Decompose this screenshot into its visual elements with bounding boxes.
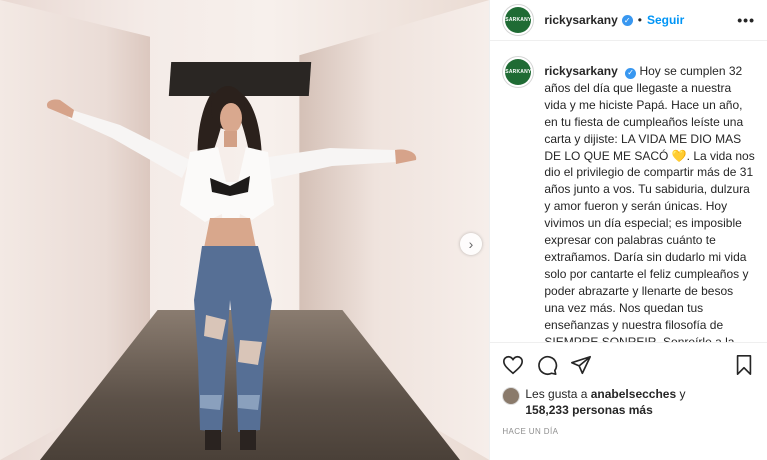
- username-link[interactable]: rickysarkany: [544, 13, 617, 27]
- caption-verified-icon: ✓: [625, 67, 637, 79]
- post-sidebar: SARKANY rickysarkany ✓ • Seguir ••• SARK…: [489, 0, 767, 460]
- caption-area[interactable]: SARKANY rickysarkany ✓ Hoy se cumplen 32…: [490, 56, 767, 342]
- likes-prefix: Les gusta a: [525, 387, 588, 401]
- instagram-post: › SARKANY rickysarkany ✓ • Seguir ••• SA…: [0, 0, 767, 460]
- heart-icon[interactable]: [502, 354, 524, 376]
- action-bar: [490, 342, 767, 386]
- likes-count-link[interactable]: 158,233 personas más: [525, 403, 652, 417]
- likes-summary: Les gusta a anabelsecches y 158,233 pers…: [502, 386, 685, 418]
- verified-badge-icon: ✓: [621, 14, 633, 26]
- avatar-logo: SARKANY: [505, 7, 532, 33]
- caption-text: rickysarkany ✓ Hoy se cumplen 32 años de…: [544, 63, 755, 342]
- chevron-right-icon: ›: [468, 236, 474, 252]
- separator-dot: •: [637, 13, 642, 27]
- likes-text: Les gusta a anabelsecches y 158,233 pers…: [525, 386, 685, 418]
- liker-username-link[interactable]: anabelsecches: [591, 387, 676, 401]
- likes-middle: y: [679, 387, 686, 401]
- photo-woman-figure: [46, 86, 417, 450]
- share-icon[interactable]: [570, 354, 592, 376]
- caption-avatar-logo: SARKANY: [505, 59, 532, 85]
- post-timestamp[interactable]: HACE UN DÍA: [502, 427, 558, 436]
- more-options-icon[interactable]: •••: [737, 12, 755, 28]
- follow-button[interactable]: Seguir: [647, 13, 684, 27]
- caption-body: Hoy se cumplen 32 años del día que llega…: [544, 64, 755, 342]
- post-photo[interactable]: ›: [0, 0, 490, 460]
- caption-username[interactable]: rickysarkany: [544, 64, 617, 78]
- caption-row: SARKANY rickysarkany ✓ Hoy se cumplen 32…: [490, 56, 767, 342]
- post-header: SARKANY rickysarkany ✓ • Seguir •••: [490, 0, 767, 41]
- bookmark-icon[interactable]: [733, 354, 755, 376]
- liker-avatar[interactable]: [502, 387, 521, 405]
- comment-icon[interactable]: [536, 354, 558, 376]
- next-photo-button[interactable]: ›: [460, 233, 482, 255]
- avatar[interactable]: SARKANY: [502, 4, 535, 36]
- caption-avatar[interactable]: SARKANY: [502, 56, 535, 88]
